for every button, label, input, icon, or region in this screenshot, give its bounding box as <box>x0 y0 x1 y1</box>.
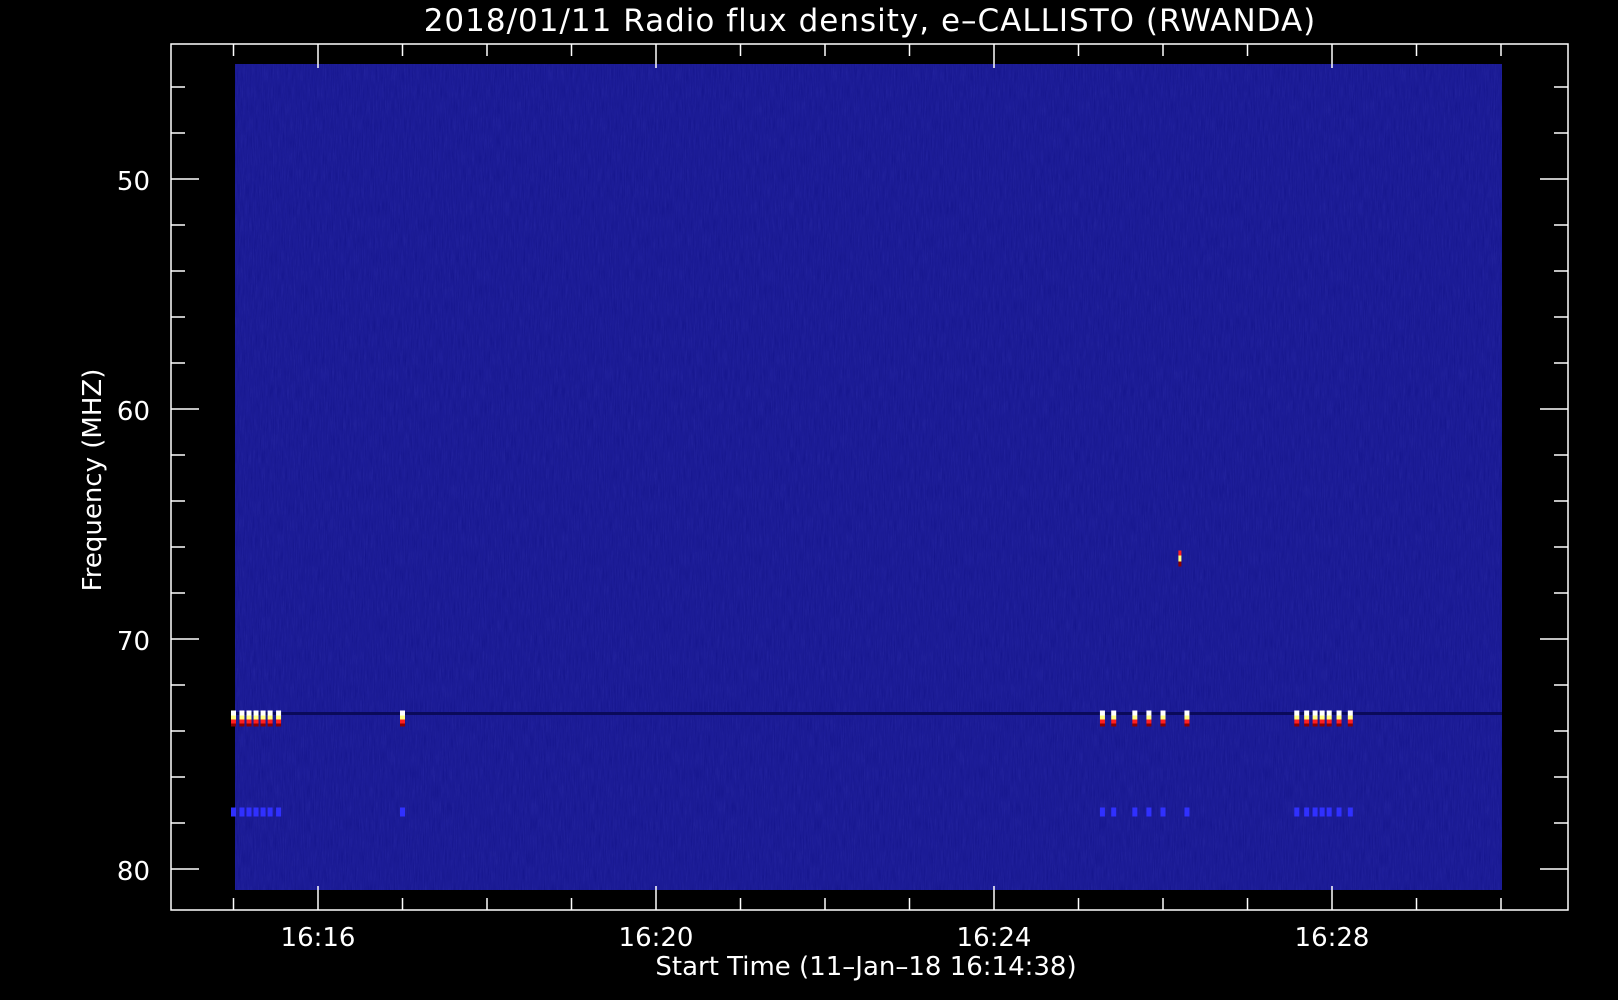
harmonic-mark <box>260 807 266 817</box>
burst-mark <box>1304 710 1310 727</box>
harmonic-mark <box>1319 807 1325 817</box>
harmonic-mark <box>1294 807 1300 817</box>
burst-mark <box>276 710 282 727</box>
burst-mark <box>1099 710 1105 727</box>
burst-mark <box>400 710 405 727</box>
burst-mark <box>239 710 245 727</box>
harmonic-mark <box>1132 807 1138 817</box>
harmonic-mark <box>1347 807 1353 817</box>
x-tick-label-1628: 16:28 <box>1295 923 1370 953</box>
burst-mark <box>253 710 259 727</box>
burst-mark <box>1347 710 1353 727</box>
interference-lane <box>235 712 1502 715</box>
burst-mark <box>1146 710 1152 727</box>
harmonic-mark <box>1146 807 1152 817</box>
burst-mark <box>1336 710 1342 727</box>
x-tick-label-1616: 16:16 <box>281 923 356 953</box>
spike-mark <box>1178 550 1182 567</box>
burst-mark <box>1312 710 1318 727</box>
burst-mark <box>1326 710 1332 727</box>
x-tick-label-1620: 16:20 <box>619 923 694 953</box>
burst-mark <box>1111 710 1117 727</box>
burst-mark <box>267 710 273 727</box>
harmonic-mark <box>246 807 252 817</box>
harmonic-mark <box>1160 807 1166 817</box>
burst-mark <box>1132 710 1138 727</box>
burst-mark <box>246 710 252 727</box>
harmonic-mark <box>276 807 282 817</box>
harmonic-mark <box>1111 807 1117 817</box>
harmonic-mark <box>1312 807 1318 817</box>
burst-mark <box>231 710 236 727</box>
burst-mark <box>1184 710 1190 727</box>
harmonic-mark <box>267 807 273 817</box>
y-tick-label-60: 60 <box>117 397 150 427</box>
burst-mark <box>260 710 266 727</box>
chart-title: 2018/01/11 Radio flux density, e–CALLIST… <box>424 3 1317 39</box>
harmonic-mark <box>400 807 405 817</box>
harmonic-mark <box>1326 807 1332 817</box>
x-axis-label: Start Time (11–Jan–18 16:14:38) <box>655 952 1076 982</box>
harmonic-mark <box>253 807 259 817</box>
spectrogram-chart: 2018/01/11 Radio flux density, e–CALLIST… <box>0 0 1618 1000</box>
harmonic-mark <box>239 807 245 817</box>
harmonic-mark <box>1099 807 1105 817</box>
harmonic-mark <box>1336 807 1342 817</box>
harmonic-mark <box>1304 807 1310 817</box>
y-tick-label-80: 80 <box>117 857 150 887</box>
burst-mark <box>1319 710 1325 727</box>
y-tick-label-70: 70 <box>117 627 150 657</box>
x-tick-label-1624: 16:24 <box>957 923 1032 953</box>
y-axis-label: Frequency (MHZ) <box>78 369 108 592</box>
y-tick-label-50: 50 <box>117 167 150 197</box>
burst-mark <box>1160 710 1166 727</box>
burst-mark <box>1294 710 1300 727</box>
spectrogram-noise <box>235 64 1502 890</box>
harmonic-mark <box>1184 807 1190 817</box>
harmonic-mark <box>231 807 236 817</box>
